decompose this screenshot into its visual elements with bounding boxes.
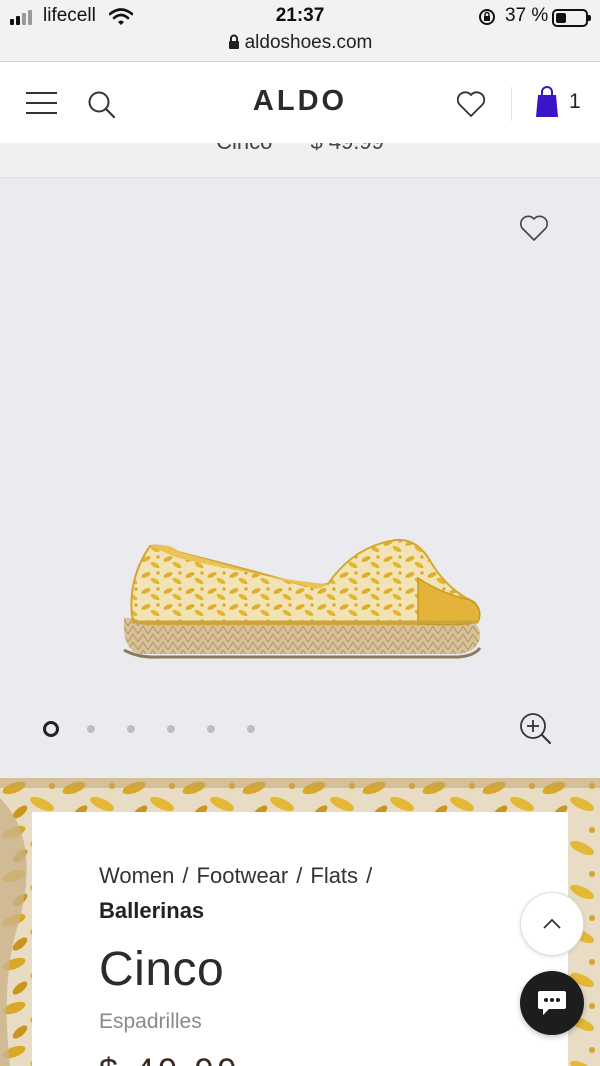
breadcrumb: Women / Footwear / Flats / Ballerinas (99, 858, 499, 928)
heart-icon[interactable] (518, 213, 550, 243)
chevron-up-icon (543, 918, 561, 929)
url-text: aldoshoes.com (244, 32, 373, 53)
lock-icon (228, 34, 239, 49)
breadcrumb-flats[interactable]: Flats (310, 863, 358, 888)
battery-percent: 37 % (505, 5, 549, 26)
cart-count: 1 (569, 90, 581, 113)
browser-status-bar: lifecell 21:37 37 % aldoshoes.com (0, 0, 600, 62)
sticky-product-name: Cinco (216, 143, 272, 154)
shopping-bag-icon (536, 86, 558, 117)
breadcrumb-current: Ballerinas (99, 898, 205, 923)
product-price: $ 49.99 (99, 1054, 369, 1066)
zoom-in-icon[interactable] (518, 711, 552, 745)
breadcrumb-separator: / (182, 863, 189, 888)
header-divider (511, 87, 512, 121)
gallery-pagination (43, 721, 287, 737)
sticky-product-bar: Cinco $ 49.99 (0, 143, 600, 178)
breadcrumb-separator: / (296, 863, 303, 888)
product-info-card: Women / Footwear / Flats / Ballerinas Cinco Es… (32, 812, 568, 1066)
status-row: lifecell 21:37 37 % (0, 4, 600, 28)
product-title: Cinco (99, 943, 225, 996)
cart-button[interactable]: 1 (535, 86, 581, 118)
site-header: ALDO 1 (0, 63, 600, 143)
address-bar[interactable]: aldoshoes.com (0, 32, 600, 54)
chat-button[interactable] (520, 971, 584, 1035)
breadcrumb-footwear[interactable]: Footwear (197, 863, 289, 888)
product-category: Espadrilles (99, 1010, 202, 1033)
product-image-gallery[interactable] (0, 178, 600, 778)
gallery-dot-2[interactable] (87, 725, 95, 733)
battery-icon (552, 9, 591, 27)
sticky-product-price: $ 49.99 (310, 143, 383, 154)
gallery-dot-3[interactable] (127, 725, 135, 733)
chat-bubble-icon (538, 991, 566, 1015)
gallery-dot-5[interactable] (207, 725, 215, 733)
gallery-dot-6[interactable] (247, 725, 255, 733)
back-to-top-button[interactable] (520, 892, 584, 956)
aldo-logo[interactable]: ALDO (0, 85, 600, 118)
gallery-dot-1[interactable] (43, 721, 59, 737)
breadcrumb-separator: / (366, 863, 373, 888)
breadcrumb-women[interactable]: Women (99, 863, 174, 888)
heart-icon[interactable] (455, 89, 487, 119)
rotation-lock-icon (479, 9, 495, 25)
gallery-dot-4[interactable] (167, 725, 175, 733)
product-image-espadrille (123, 538, 482, 659)
